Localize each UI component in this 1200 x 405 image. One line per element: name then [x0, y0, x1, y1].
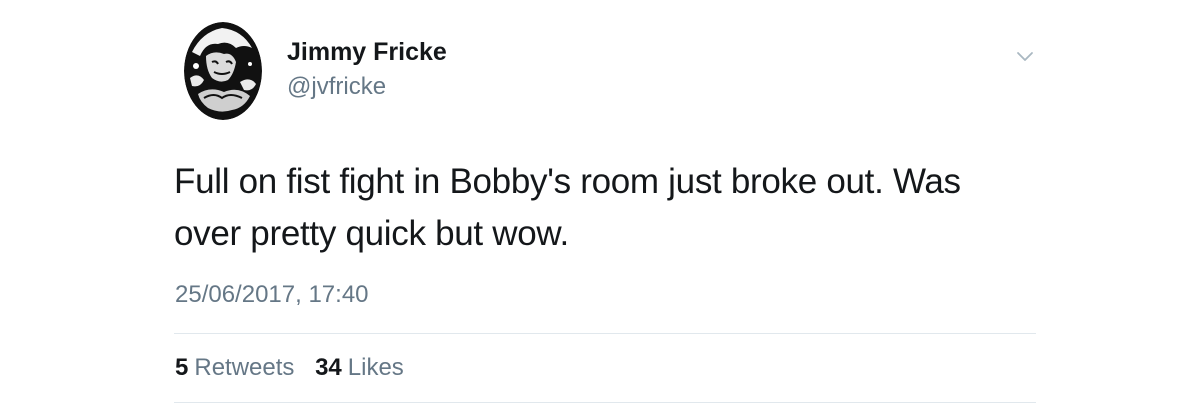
tweet-stats: 5 Retweets 34 Likes — [175, 354, 418, 382]
author-handle[interactable]: @jvfricke — [287, 73, 386, 101]
tweet-menu-button[interactable] — [1012, 44, 1038, 70]
avatar[interactable] — [184, 22, 262, 120]
tweet-text-line: over pretty quick but wow. — [174, 214, 569, 253]
likes-stat[interactable]: 34 Likes — [315, 354, 404, 382]
retweets-count: 5 — [175, 354, 189, 381]
avatar-image — [184, 22, 262, 120]
tweet-text: Full on fist fight in Bobby's room just … — [174, 156, 1074, 260]
likes-label: Likes — [347, 354, 404, 381]
divider — [174, 402, 1036, 403]
tweet-text-line: Full on fist fight in Bobby's room just … — [174, 162, 961, 201]
retweets-label: Retweets — [194, 354, 295, 381]
tweet-timestamp[interactable]: 25/06/2017, 17:40 — [175, 281, 369, 309]
likes-count: 34 — [315, 354, 342, 381]
divider — [174, 333, 1036, 334]
tweet-card: Jimmy Fricke @jvfricke Full on fist figh… — [0, 0, 1200, 405]
retweets-stat[interactable]: 5 Retweets — [175, 354, 294, 382]
chevron-down-icon — [1017, 52, 1033, 61]
author-name[interactable]: Jimmy Fricke — [287, 38, 447, 67]
